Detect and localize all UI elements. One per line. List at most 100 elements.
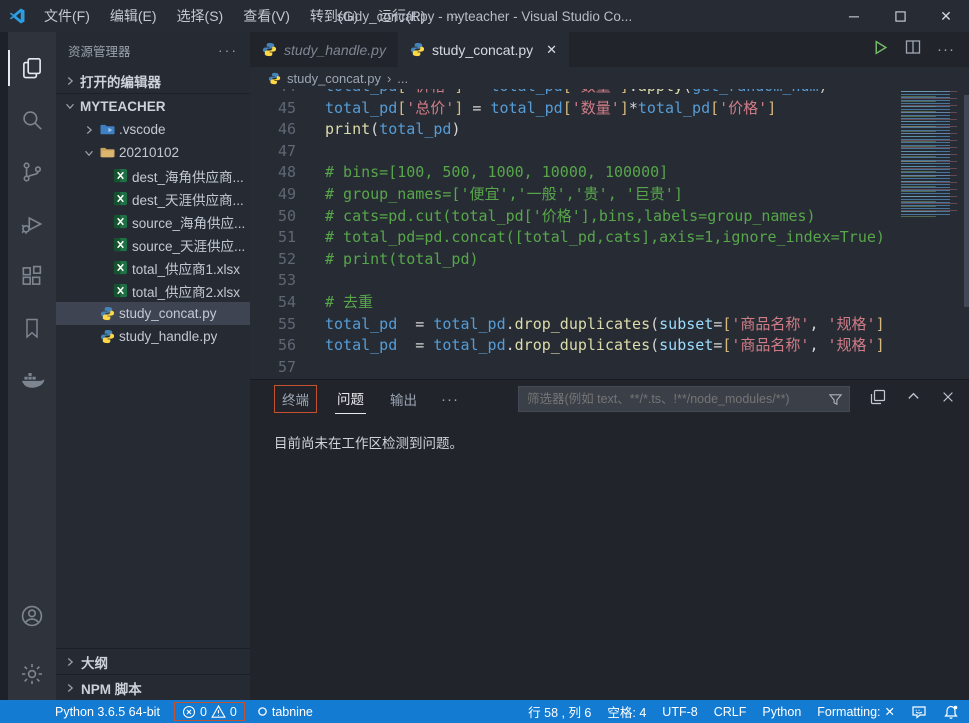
language-mode[interactable]: Python [762,705,801,719]
editor-scrollbar[interactable] [964,95,969,307]
code-line-55[interactable]: 55total_pd = total_pd.drop_duplicates(su… [250,314,893,336]
tree-item-source_...[interactable]: source_天涯供应... [56,233,250,256]
line-number: 48 [250,162,296,184]
menu-item-1[interactable]: 编辑(E) [100,0,167,32]
problems-status[interactable]: 0 0 [174,702,245,721]
sidebar-more-icon[interactable]: ··· [218,42,238,58]
close-button[interactable]: ✕ [923,0,969,32]
feedback-icon[interactable] [911,704,927,720]
sidebar-section-0[interactable]: 大纲 [56,648,250,674]
code-line-47[interactable]: 47 [250,141,893,163]
python-interpreter[interactable]: Python 3.6.5 64-bit [55,705,160,719]
tab-label: study_concat.py [432,42,533,58]
cursor-position[interactable]: 行 58 , 列 6 [528,702,591,721]
vscode-window: 文件(F)编辑(E)选择(S)查看(V)转到(G)运行(R)··· study_… [0,0,969,723]
code-line-57[interactable]: 57 [250,357,893,379]
tree-item-source_...[interactable]: source_海角供应... [56,210,250,233]
editor-more-actions-icon[interactable]: ··· [937,41,955,58]
menu-item-0[interactable]: 文件(F) [34,0,100,32]
code-line-45[interactable]: 45total_pd['总价'] = total_pd['数量']*total_… [250,98,893,120]
sidebar-bottom-sections: 大纲NPM 脚本 [56,648,250,700]
extensions-icon[interactable] [8,250,56,302]
tab-problems[interactable]: 问题 [335,385,366,414]
code-text: # bins=[100, 500, 1000, 10000, 100000] [296,162,668,184]
tree-item-20210102[interactable]: 20210102 [56,141,250,164]
tree-item-label: source_天涯供应... [132,235,245,255]
code-text: total_pd['总价'] = total_pd['数量']*total_pd… [296,98,776,120]
window-title: study_concat.py - myteacher - Visual Stu… [337,9,632,24]
explorer-icon[interactable] [8,42,56,94]
excel-file-icon [113,237,128,252]
chevron-right-icon [62,74,77,88]
tab-output[interactable]: 输出 [388,386,419,412]
code-text: # cats=pd.cut(total_pd['价格'],bins,labels… [296,206,816,228]
indentation[interactable]: 空格: 4 [607,702,646,721]
tree-item-study_concat.py[interactable]: study_concat.py [56,302,250,325]
workspace-root[interactable]: MYTEACHER [56,94,250,118]
run-python-file-icon[interactable] [872,39,889,61]
settings-gear-icon[interactable] [8,648,56,700]
breadcrumb-more: ... [397,71,408,86]
tree-item-study_handle.py[interactable]: study_handle.py [56,325,250,348]
tab-study-handle[interactable]: study_handle.py [250,32,398,67]
tabnine-status[interactable]: tabnine [257,705,313,719]
code-line-54[interactable]: 54# 去重 [250,292,893,314]
tree-item-total_1.xlsx[interactable]: total_供应商1.xlsx [56,256,250,279]
editor-actions: ··· [872,32,969,67]
minimap[interactable] [901,91,961,217]
maximize-panel-icon[interactable] [906,389,921,409]
maximize-button[interactable] [877,0,923,32]
window-controls: ─ ✕ [831,0,969,32]
code-line-48[interactable]: 48# bins=[100, 500, 1000, 10000, 100000] [250,162,893,184]
open-editors-label: 打开的编辑器 [80,71,161,91]
split-editor-icon[interactable] [905,39,921,60]
tree-item-label: 20210102 [119,145,179,160]
code-line-46[interactable]: 46print(total_pd) [250,119,893,141]
panel-more-icon[interactable]: ··· [441,391,459,408]
open-editors-section[interactable]: 打开的编辑器 [56,68,250,94]
problems-filter-input[interactable] [527,392,828,406]
menu-item-2[interactable]: 选择(S) [167,0,234,32]
formatting-status[interactable]: Formatting: ✕ [817,704,895,719]
sidebar-section-1[interactable]: NPM 脚本 [56,674,250,700]
tree-item-dest_...[interactable]: dest_天涯供应商... [56,187,250,210]
eol-sequence[interactable]: CRLF [714,705,747,719]
tree-item-total_2.xlsx[interactable]: total_供应商2.xlsx [56,279,250,302]
tree-item-.vscode[interactable]: .vscode [56,118,250,141]
code-text: # group_names=['便宜','一般','贵', '巨贵'] [296,184,683,206]
tree-item-dest_...[interactable]: dest_海角供应商... [56,164,250,187]
account-icon[interactable] [8,590,56,642]
menu-item-3[interactable]: 查看(V) [233,0,300,32]
tab-terminal[interactable]: 终端 [274,385,317,413]
code-text [296,357,325,379]
sidebar-title: 资源管理器 [68,41,131,60]
run-debug-icon[interactable] [8,198,56,250]
code-line-53[interactable]: 53 [250,270,893,292]
code-line-50[interactable]: 50# cats=pd.cut(total_pd['价格'],bins,labe… [250,206,893,228]
search-icon[interactable] [8,94,56,146]
chevron-down-icon [62,99,77,113]
code-line-51[interactable]: 51# total_pd=pd.concat([total_pd,cats],a… [250,227,893,249]
code-line-49[interactable]: 49# group_names=['便宜','一般','贵', '巨贵'] [250,184,893,206]
encoding[interactable]: UTF-8 [662,705,697,719]
formatting-x-icon: ✕ [885,704,895,719]
tab-close-icon[interactable]: ✕ [546,42,557,58]
tab-label: study_handle.py [284,42,386,58]
code-line-52[interactable]: 52# print(total_pd) [250,249,893,271]
problems-filter[interactable] [518,386,850,412]
close-panel-icon[interactable] [941,390,955,409]
code-editor[interactable]: 44total_pd['价格'] = total_pd['数量'].apply(… [250,89,969,380]
docker-icon[interactable] [8,354,56,406]
breadcrumb[interactable]: study_concat.py › ... [250,67,969,89]
code-line-56[interactable]: 56total_pd = total_pd.drop_duplicates(su… [250,335,893,357]
vscode-logo-icon [0,7,34,25]
minimize-button[interactable]: ─ [831,0,877,32]
notifications-bell-icon[interactable] [943,704,959,720]
source-control-icon[interactable] [8,146,56,198]
code-line-44[interactable]: 44total_pd['价格'] = total_pd['数量'].apply(… [250,89,893,98]
line-number: 55 [250,314,296,336]
tab-study-concat[interactable]: study_concat.py ✕ [398,32,569,67]
python-file-icon [100,329,115,344]
bookmarks-icon[interactable] [8,302,56,354]
open-in-editor-icon[interactable] [870,389,886,410]
